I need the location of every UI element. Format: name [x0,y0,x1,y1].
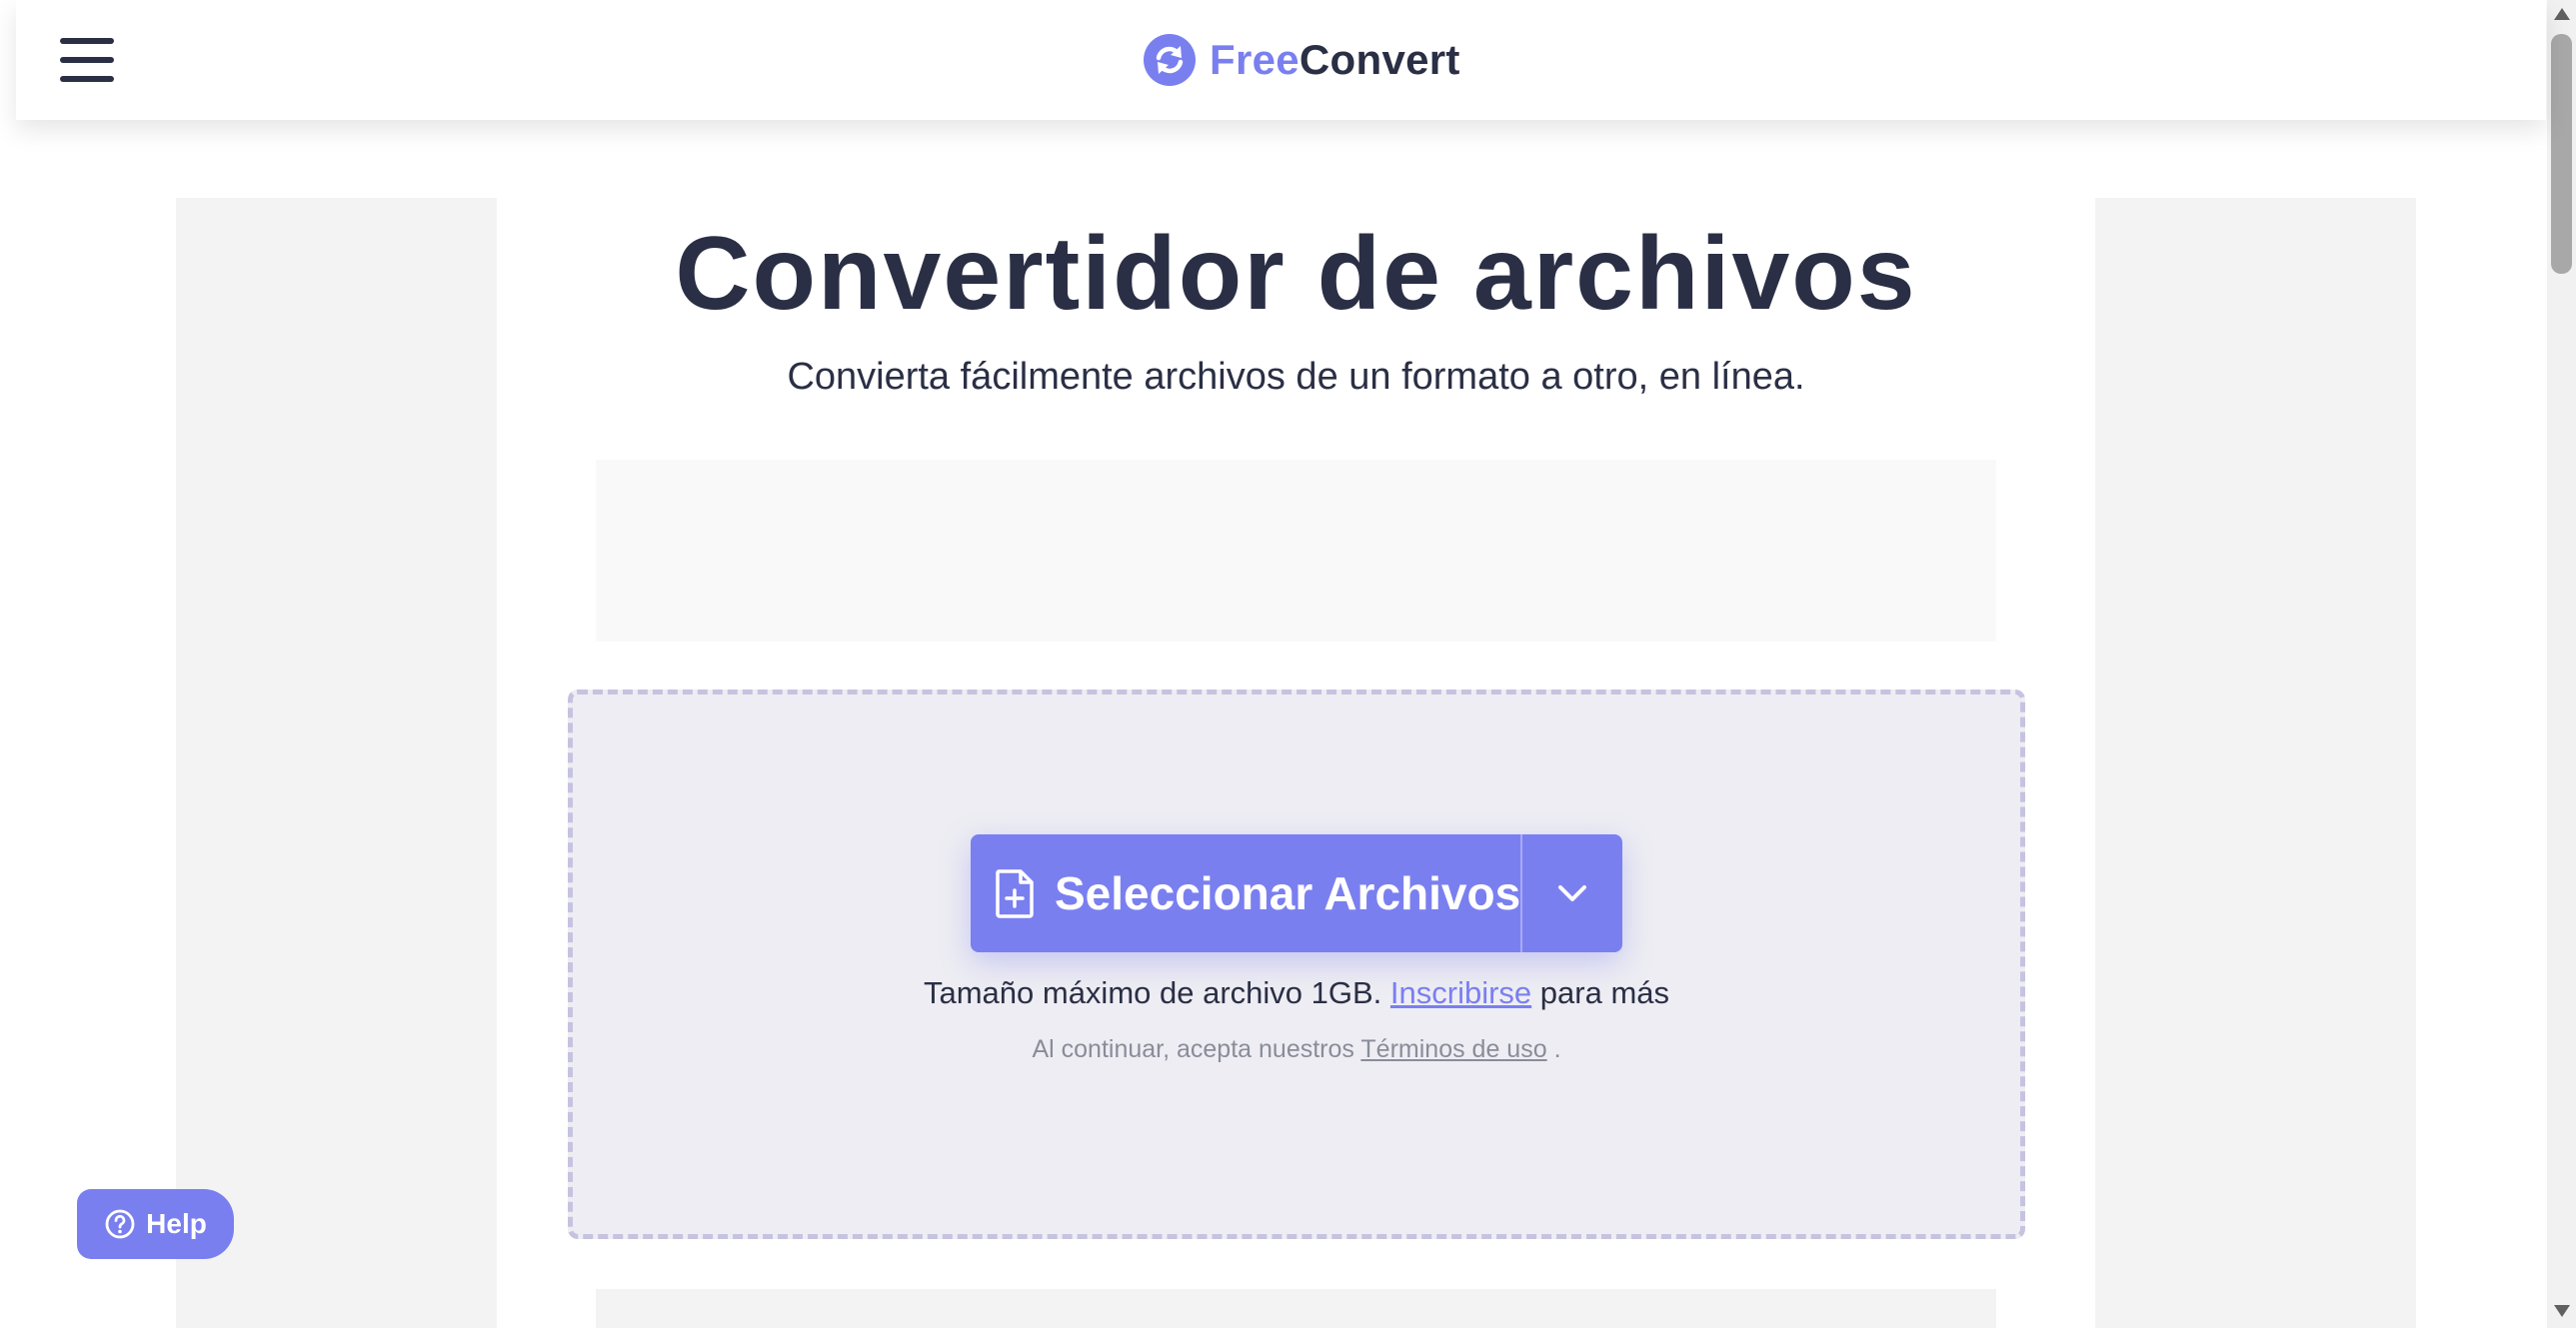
page-title: Convertidor de archivos [675,216,1917,332]
select-source-dropdown-button[interactable] [1522,834,1622,952]
size-note-prefix: Tamaño máximo de archivo 1GB. [923,975,1382,1010]
max-size-note: Tamaño máximo de archivo 1GB. Inscribirs… [568,975,2025,1011]
vertical-scrollbar[interactable] [2547,0,2576,1328]
select-files-label: Seleccionar Archivos [1055,867,1521,919]
select-files-main[interactable]: Seleccionar Archivos [971,834,1520,952]
logo-convert-text: Convert [1298,36,1460,83]
chevron-down-icon [1557,885,1586,901]
right-ad-column [2095,198,2416,1328]
logo-free-text: Free [1210,36,1299,83]
terms-link[interactable]: Términos de uso [1360,1035,1546,1063]
help-button[interactable]: Help [77,1189,234,1259]
freeconvert-logo[interactable]: FreeConvert [1144,32,1460,88]
scroll-up-arrow-icon[interactable] [2554,8,2570,20]
signup-link[interactable]: Inscribirse [1390,975,1531,1010]
refresh-circle-icon [1144,34,1196,86]
file-dropzone[interactable] [568,689,2025,1239]
top-header: FreeConvert [16,0,2546,120]
file-plus-icon [996,869,1034,918]
terms-prefix: Al continuar, acepta nuestros [1032,1035,1354,1063]
size-note-suffix: para más [1539,975,1670,1010]
question-circle-icon [105,1209,135,1239]
terms-note: Al continuar, acepta nuestros Términos d… [568,1035,2025,1064]
logo-text: FreeConvert [1210,36,1460,84]
ad-banner-top [596,460,1996,642]
terms-suffix: . [1553,1035,1561,1063]
scroll-down-arrow-icon[interactable] [2554,1305,2570,1317]
hamburger-menu-icon[interactable] [60,38,114,82]
page-subtitle: Convierta fácilmente archivos de un form… [787,356,1805,398]
ad-banner-bottom [596,1289,1996,1328]
help-label: Help [146,1208,207,1239]
select-files-button[interactable]: Seleccionar Archivos [971,834,1622,952]
left-ad-column [176,198,497,1328]
scrollbar-thumb[interactable] [2551,34,2572,274]
